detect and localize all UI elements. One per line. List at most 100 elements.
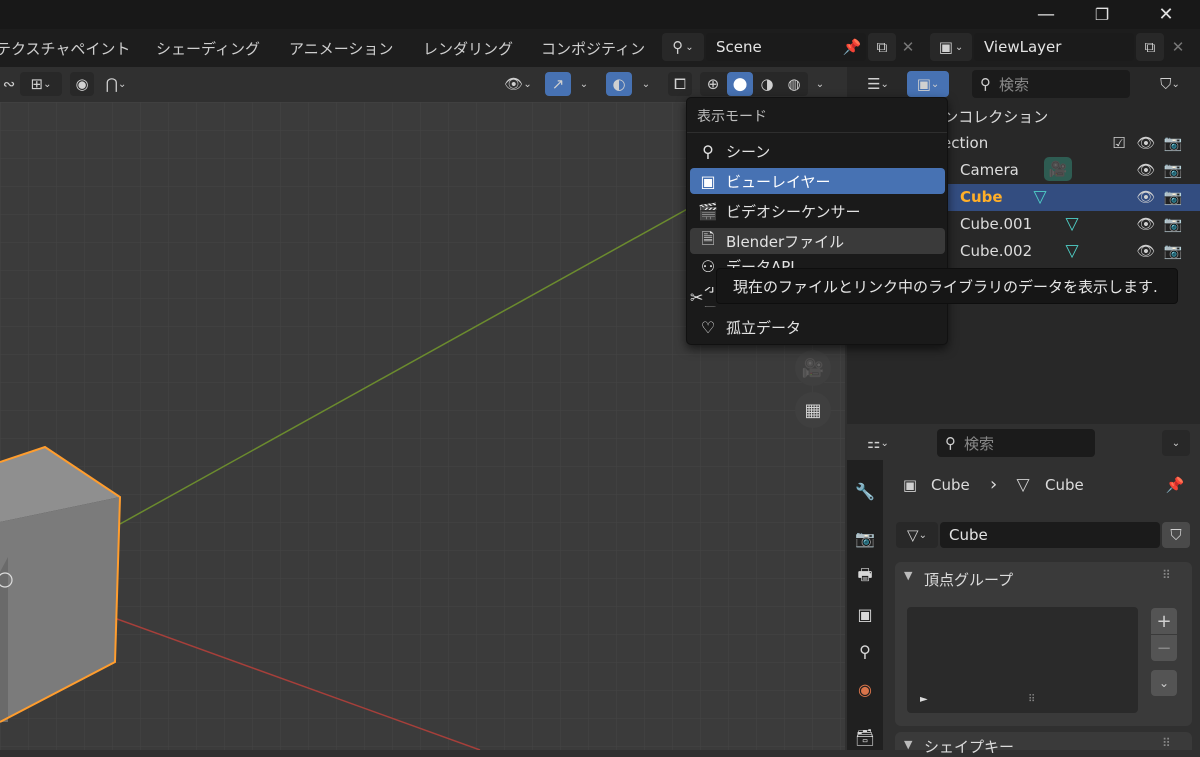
drag-handle-icon[interactable]: ⠿ <box>1162 736 1171 750</box>
mesh-icon: ▽ <box>1016 475 1030 495</box>
outliner-item-camera[interactable]: Camera <box>960 161 1019 179</box>
fake-user-button[interactable]: ⛉ <box>1162 522 1190 548</box>
chevron-down-icon: ⌄ <box>880 437 889 449</box>
gizmo-toggle-button[interactable]: ↗ <box>545 72 571 96</box>
editor-type-button[interactable]: ☰ ⌄ <box>856 71 900 97</box>
pin-icon[interactable]: 📌 <box>840 33 864 61</box>
chevron-down-icon: ⌄ <box>918 529 927 541</box>
menu-item-scenes[interactable]: ⚲ シーン <box>690 138 945 164</box>
material-shading-button[interactable]: ◑ <box>754 72 780 96</box>
vertex-group-specials-button[interactable]: ⌄ <box>1151 670 1177 696</box>
tab-scene[interactable]: ⚲ <box>847 638 883 664</box>
render-camera-icon[interactable]: 📷 <box>1163 187 1183 207</box>
tab-tool[interactable]: 🔧 <box>847 478 883 504</box>
render-camera-icon[interactable]: 📷 <box>1163 133 1183 153</box>
close-button[interactable]: ✕ <box>1138 0 1194 29</box>
rendered-shading-button[interactable]: ◍ <box>781 72 807 96</box>
camera-data-icon[interactable]: 🎥 <box>1044 157 1072 181</box>
outliner-search-input[interactable]: ⚲ 検索 <box>972 70 1130 98</box>
maximize-button[interactable]: ❐ <box>1074 0 1130 29</box>
collection-checkbox[interactable]: ☑ <box>1110 134 1128 152</box>
mesh-selector-button[interactable]: ▽ ⌄ <box>896 522 938 548</box>
expand-arrow-icon[interactable]: ► <box>920 694 928 705</box>
filter-button[interactable]: ⛉ ⌄ <box>1148 71 1192 97</box>
mesh-data-icon[interactable]: ▽ <box>1060 240 1084 262</box>
overlay-dropdown-button[interactable]: ⌄ <box>634 72 658 96</box>
chevron-down-icon[interactable]: ▼ <box>904 738 912 751</box>
menu-item-orphan-data[interactable]: ♡ 孤立データ <box>690 314 945 340</box>
scene-icon: ⚲ <box>859 641 871 661</box>
tab-view-layer[interactable]: ▣ <box>847 601 883 627</box>
camera-icon: 🎥 <box>801 357 825 379</box>
outliner-item-cube[interactable]: Cube <box>960 188 1003 206</box>
display-mode-button[interactable]: ▣ ⌄ <box>907 71 949 97</box>
shape-keys-title[interactable]: シェイプキー <box>924 736 1014 757</box>
overlay-toggle-button[interactable]: ◐ <box>606 72 632 96</box>
new-scene-button[interactable]: ⧉ <box>868 33 896 61</box>
eye-icon[interactable]: 👁 <box>1136 160 1156 180</box>
mesh-name-field[interactable]: Cube <box>940 522 1160 548</box>
snap-target-button[interactable]: ⊞ ⌄ <box>20 72 62 96</box>
proportional-edit-button[interactable]: ◉ <box>70 72 94 96</box>
list-resize-handle-icon[interactable]: ⠿ <box>1028 694 1035 705</box>
visibility-button[interactable]: 👁 ⌄ <box>496 72 540 96</box>
delete-scene-button[interactable]: ✕ <box>896 33 920 61</box>
eye-icon[interactable]: 👁 <box>1136 133 1156 153</box>
eye-icon[interactable]: 👁 <box>1136 214 1156 234</box>
falloff-button[interactable]: ⋂ ⌄ <box>96 72 136 96</box>
tab-shading[interactable]: シェーディング <box>156 29 260 67</box>
menu-item-blender-file[interactable]: 🗎 Blenderファイル <box>690 228 945 254</box>
vertex-groups-title[interactable]: 頂点グループ <box>924 569 1013 590</box>
properties-options-button[interactable]: ⌄ <box>1162 430 1190 456</box>
snap-icon[interactable]: ∾ <box>0 72 18 96</box>
gizmo-icon: ↗ <box>551 75 565 93</box>
chevron-down-icon: ⌄ <box>685 41 694 53</box>
camera-view-button[interactable]: 🎥 <box>795 350 831 386</box>
perspective-toggle-button[interactable]: ▦ <box>795 392 831 428</box>
wireframe-shading-button[interactable]: ⊕ <box>700 72 726 96</box>
new-view-layer-button[interactable]: ⧉ <box>1136 33 1164 61</box>
pin-icon[interactable]: 📌 <box>1164 474 1186 496</box>
view-layer-selector-button[interactable]: ▣ ⌄ <box>930 33 972 61</box>
tab-render[interactable]: 📷 <box>847 525 883 551</box>
chevron-down-icon: ⌄ <box>1158 676 1170 690</box>
mesh-icon: ▽ <box>907 526 919 544</box>
gizmo-dropdown-button[interactable]: ⌄ <box>572 72 596 96</box>
tab-world[interactable]: ◉ <box>847 676 883 702</box>
render-camera-icon[interactable]: 📷 <box>1163 160 1183 180</box>
breadcrumb-object[interactable]: Cube <box>931 476 970 494</box>
outliner-item-cube-002[interactable]: Cube.002 <box>960 242 1032 260</box>
view-layer-name-field[interactable]: ViewLayer <box>974 33 1134 61</box>
add-vertex-group-button[interactable]: + <box>1151 608 1177 634</box>
tab-rendering[interactable]: レンダリング <box>423 29 513 67</box>
outliner-item-cube-001[interactable]: Cube.001 <box>960 215 1032 233</box>
menu-item-library-overrides[interactable]: ✂ライブラリオーバーライド <box>690 287 718 307</box>
solid-shading-button[interactable]: ● <box>727 72 753 96</box>
render-camera-icon[interactable]: 📷 <box>1163 241 1183 261</box>
eye-icon[interactable]: 👁 <box>1136 187 1156 207</box>
scene-selector-button[interactable]: ⚲ ⌄ <box>662 33 704 61</box>
tab-compositing[interactable]: コンポジティン <box>541 29 655 67</box>
drag-handle-icon[interactable]: ⠿ <box>1162 568 1171 582</box>
chevron-down-icon[interactable]: ▼ <box>904 569 912 582</box>
delete-view-layer-button[interactable]: ✕ <box>1166 33 1190 61</box>
tab-texture-paint[interactable]: テクスチャペイント <box>0 29 130 67</box>
mesh-data-icon[interactable]: ▽ <box>1028 186 1052 208</box>
eye-icon[interactable]: 👁 <box>1136 241 1156 261</box>
menu-item-view-layer[interactable]: ▣ ビューレイヤー <box>690 168 945 194</box>
vertex-groups-list[interactable] <box>907 607 1138 713</box>
properties-editor-type-button[interactable]: ⚏ ⌄ <box>856 430 900 456</box>
xray-toggle-button[interactable]: ⧠ <box>668 72 692 96</box>
menu-item-video-sequencer[interactable]: 🎬 ビデオシーケンサー <box>690 198 945 224</box>
tab-collection[interactable]: 🗃 <box>847 724 883 750</box>
breadcrumb-data[interactable]: Cube <box>1045 476 1084 494</box>
tab-output[interactable]: 🖶 <box>847 564 883 590</box>
close-icon: ✕ <box>901 38 915 56</box>
mesh-data-icon[interactable]: ▽ <box>1060 213 1084 235</box>
remove-vertex-group-button[interactable]: − <box>1151 635 1177 661</box>
render-camera-icon[interactable]: 📷 <box>1163 214 1183 234</box>
properties-search-input[interactable]: ⚲ 検索 <box>937 429 1095 457</box>
minimize-button[interactable]: — <box>1018 0 1074 29</box>
tab-animation[interactable]: アニメーション <box>289 29 393 67</box>
shading-dropdown-button[interactable]: ⌄ <box>810 72 830 96</box>
